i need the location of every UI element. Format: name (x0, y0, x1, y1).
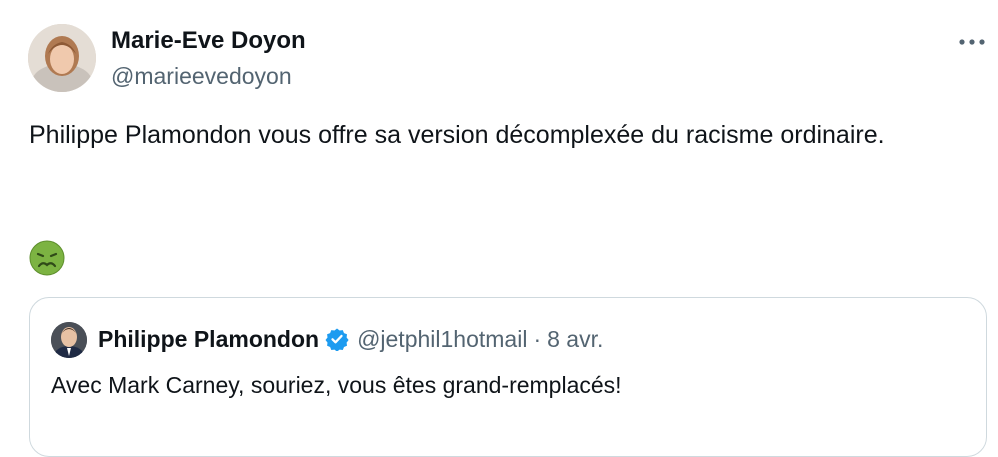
author-handle[interactable]: @marieevedoyon (111, 62, 292, 90)
tweet: Marie-Eve Doyon @marieevedoyon Philippe … (0, 0, 998, 457)
profile-photo-icon (28, 24, 96, 92)
quoted-tweet-date[interactable]: 8 avr. (547, 324, 603, 354)
tweet-text: Philippe Plamondon vous offre sa version… (29, 121, 885, 149)
more-options-button[interactable] (954, 28, 990, 56)
profile-photo-icon (51, 322, 87, 358)
quoted-tweet-text: Avec Mark Carney, souriez, vous êtes gra… (51, 372, 622, 398)
quoted-author-avatar[interactable] (51, 322, 87, 358)
quoted-author-handle[interactable]: @jetphil1hotmail (357, 324, 527, 354)
nauseated-face-icon (29, 240, 65, 276)
author-avatar[interactable] (28, 24, 96, 92)
quoted-tweet-header: Philippe Plamondon @jetphil1hotmail · 8 … (98, 324, 603, 354)
quoted-author-name[interactable]: Philippe Plamondon (98, 324, 319, 354)
verified-badge-icon (325, 327, 349, 351)
more-horizontal-icon (959, 39, 985, 45)
separator-dot: · (533, 326, 542, 352)
nauseated-face-emoji (29, 240, 65, 276)
quoted-tweet[interactable]: Philippe Plamondon @jetphil1hotmail · 8 … (29, 297, 987, 457)
author-name[interactable]: Marie-Eve Doyon (111, 26, 306, 56)
